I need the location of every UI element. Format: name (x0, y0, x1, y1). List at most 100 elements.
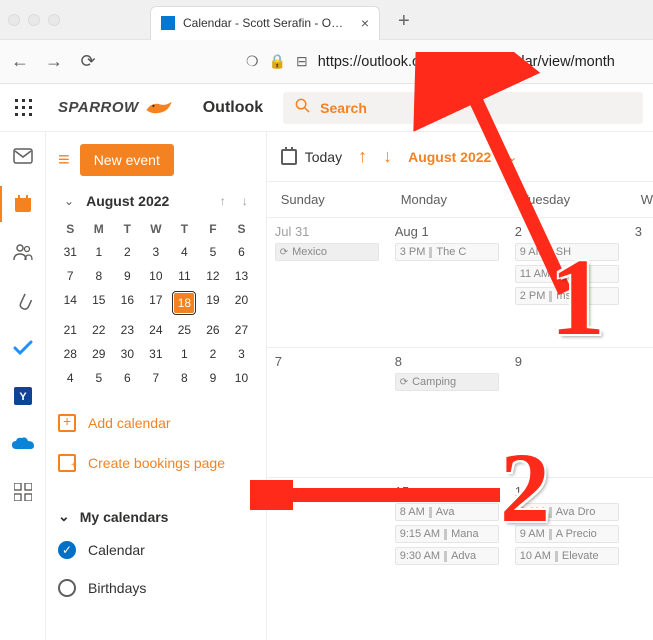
mini-day[interactable]: 29 (85, 342, 114, 366)
app-name: Outlook (183, 99, 283, 117)
mini-day[interactable]: 4 (56, 366, 85, 390)
brand-text: SPARROW (58, 99, 139, 116)
hamburger-icon[interactable]: ≡ (58, 149, 70, 172)
add-calendar-link[interactable]: Add calendar (54, 412, 258, 434)
mini-day[interactable]: 9 (199, 366, 228, 390)
minimize-window-dot[interactable] (28, 14, 40, 26)
calendar-checkbox[interactable]: ✓ (58, 541, 76, 559)
calendar-icon[interactable] (11, 192, 35, 216)
mini-day[interactable]: 16 (113, 288, 142, 318)
onedrive-icon[interactable] (11, 432, 35, 456)
app-launcher-icon[interactable] (0, 84, 48, 132)
mini-day[interactable]: 30 (113, 342, 142, 366)
mini-day[interactable]: 27 (227, 318, 256, 342)
mini-day[interactable]: 3 (227, 342, 256, 366)
mini-day[interactable]: 28 (56, 342, 85, 366)
back-icon[interactable]: ← (8, 51, 32, 72)
day-cell[interactable] (627, 348, 653, 477)
calendar-list-item[interactable]: Birthdays (54, 569, 258, 607)
new-event-button[interactable]: New event (80, 144, 174, 176)
day-cell[interactable]: Jul 31⟳Mexico (267, 218, 387, 347)
calendar-event[interactable]: 10 AMElevate (515, 547, 619, 565)
attachments-icon[interactable] (11, 288, 35, 312)
people-icon[interactable] (11, 240, 35, 264)
mini-day[interactable]: 21 (56, 318, 85, 342)
mini-day[interactable]: 6 (113, 366, 142, 390)
period-dropdown-icon[interactable]: ⌄ (507, 150, 517, 164)
address-bar[interactable]: ❍ 🔒 ⊟ https://outlook.office.com/calenda… (240, 53, 645, 70)
calendar-list-item[interactable]: ✓Calendar (54, 531, 258, 569)
mini-day[interactable]: 17 (142, 288, 171, 318)
mini-day[interactable]: 15 (85, 288, 114, 318)
browser-tab[interactable]: Calendar - Scott Serafin - Outlo × (150, 6, 380, 40)
create-bookings-link[interactable]: Create bookings page (54, 452, 258, 474)
mini-day[interactable]: 1 (85, 240, 114, 264)
reload-icon[interactable]: ⟳ (76, 51, 100, 72)
tab-close-icon[interactable]: × (361, 15, 369, 31)
mini-day[interactable]: 26 (199, 318, 228, 342)
mini-day[interactable]: 9 (113, 264, 142, 288)
close-window-dot[interactable] (8, 14, 20, 26)
mini-day[interactable]: 5 (199, 240, 228, 264)
mini-day[interactable]: 10 (227, 366, 256, 390)
mail-icon[interactable] (11, 144, 35, 168)
day-cell[interactable]: 14 (267, 478, 387, 607)
search-box[interactable] (283, 92, 643, 124)
mini-day[interactable]: 24 (142, 318, 171, 342)
maximize-window-dot[interactable] (48, 14, 60, 26)
mini-day[interactable]: 22 (85, 318, 114, 342)
today-button[interactable]: Today (281, 149, 342, 165)
day-cell[interactable] (627, 478, 653, 607)
mini-cal-prev-icon[interactable]: ↑ (214, 192, 232, 210)
mini-day[interactable]: 23 (113, 318, 142, 342)
day-cell[interactable]: 3 (627, 218, 653, 347)
mini-day[interactable]: 31 (142, 342, 171, 366)
mini-day[interactable]: 20 (227, 288, 256, 318)
calendar-event[interactable]: ⟳Camping (395, 373, 499, 391)
mini-day[interactable]: 31 (56, 240, 85, 264)
mini-day[interactable]: 1 (170, 342, 199, 366)
yammer-icon[interactable]: Y (11, 384, 35, 408)
mini-day[interactable]: 14 (56, 288, 85, 318)
mini-cal-next-icon[interactable]: ↓ (236, 192, 254, 210)
calendar-event[interactable]: 3 PMThe C (395, 243, 499, 261)
mini-day[interactable]: 25 (170, 318, 199, 342)
forward-icon[interactable]: → (42, 51, 66, 72)
calendar-event[interactable]: 9:30 AMAdva (395, 547, 499, 565)
calendar-event[interactable]: 8 AMAva (395, 503, 499, 521)
day-cell[interactable]: Aug 13 PMThe C (387, 218, 507, 347)
next-period-icon[interactable]: ↓ (383, 146, 392, 167)
mini-dow: S (227, 218, 256, 240)
mini-day[interactable]: 7 (56, 264, 85, 288)
more-apps-icon[interactable] (11, 480, 35, 504)
day-cell[interactable]: 8⟳Camping (387, 348, 507, 477)
todo-icon[interactable] (11, 336, 35, 360)
prev-period-icon[interactable]: ↑ (358, 146, 367, 167)
mini-day[interactable]: 3 (142, 240, 171, 264)
mini-day[interactable]: 10 (142, 264, 171, 288)
mini-day[interactable]: 18 (170, 288, 199, 318)
mini-day[interactable]: 7 (142, 366, 171, 390)
search-input[interactable] (320, 100, 631, 116)
mini-day[interactable]: 2 (113, 240, 142, 264)
calendar-checkbox[interactable] (58, 579, 76, 597)
mini-day[interactable]: 12 (199, 264, 228, 288)
calendar-event[interactable]: ⟳Mexico (275, 243, 379, 261)
mini-cal-collapse-icon[interactable]: ⌄ (58, 192, 80, 210)
calendar-event[interactable]: 9:15 AMMana (395, 525, 499, 543)
mini-day[interactable]: 19 (199, 288, 228, 318)
mini-day[interactable]: 11 (170, 264, 199, 288)
current-period[interactable]: August 2022 (408, 149, 491, 165)
mini-day[interactable]: 5 (85, 366, 114, 390)
mini-day[interactable]: 13 (227, 264, 256, 288)
new-tab-button[interactable]: + (398, 10, 410, 33)
day-cell[interactable]: 158 AMAva9:15 AMMana9:30 AMAdva (387, 478, 507, 607)
mini-day[interactable]: 8 (170, 366, 199, 390)
mini-day[interactable]: 6 (227, 240, 256, 264)
day-cell[interactable]: 7 (267, 348, 387, 477)
day-number: 7 (275, 354, 379, 369)
mini-day[interactable]: 8 (85, 264, 114, 288)
mini-day[interactable]: 2 (199, 342, 228, 366)
mini-day[interactable]: 4 (170, 240, 199, 264)
my-calendars-header[interactable]: ⌄ My calendars (54, 502, 258, 531)
